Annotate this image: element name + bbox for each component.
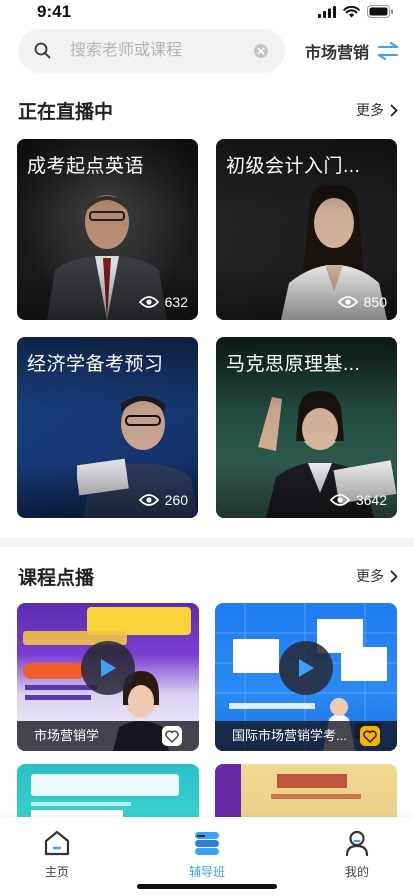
course-more-link[interactable]: 更多 <box>356 566 398 586</box>
live-card-title: 经济学备考预习 <box>27 354 164 375</box>
eye-icon <box>138 494 159 506</box>
course-card-title: 市场营销学 <box>34 728 100 743</box>
class-icon <box>195 832 219 855</box>
live-card[interactable]: 马克思原理基... 3642 <box>216 337 397 518</box>
viewer-count: 3642 <box>329 492 387 508</box>
play-button[interactable] <box>279 641 333 695</box>
home-icon <box>44 830 70 856</box>
live-card-title: 初级会计入门... <box>226 156 361 177</box>
category-switch-button[interactable]: 市场营销 <box>305 39 399 63</box>
tab-profile[interactable]: 我的 <box>317 829 397 880</box>
live-more-link[interactable]: 更多 <box>356 100 398 120</box>
viewer-count-value: 3642 <box>355 492 387 508</box>
status-bar: 9:41 <box>0 0 414 26</box>
tab-class[interactable]: 辅导班 <box>167 829 247 880</box>
course-card[interactable]: 国际市场营销学考... <box>215 603 397 751</box>
favorite-button[interactable] <box>162 726 182 746</box>
viewer-count-value: 632 <box>164 294 188 310</box>
profile-icon <box>345 830 369 857</box>
course-card-partial[interactable] <box>17 764 199 824</box>
course-card-title: 国际市场营销学考... <box>232 728 347 743</box>
eye-icon <box>329 494 350 506</box>
live-more-label: 更多 <box>356 102 384 118</box>
eye-icon <box>138 296 159 308</box>
live-section-title: 正在直播中 <box>18 102 114 123</box>
course-poster-art <box>31 774 179 820</box>
course-section-header: 课程点播 更多 <box>0 563 414 593</box>
live-card[interactable]: 经济学备考预习 260 <box>17 337 198 518</box>
course-card-partial[interactable] <box>215 764 397 824</box>
viewer-count-value: 850 <box>363 294 387 310</box>
section-divider <box>0 538 414 547</box>
clear-icon[interactable] <box>253 43 269 59</box>
status-icons <box>318 5 394 18</box>
eye-icon <box>337 296 358 308</box>
play-button[interactable] <box>81 641 135 695</box>
course-more-label: 更多 <box>356 568 384 584</box>
live-card-title: 马克思原理基... <box>226 354 361 375</box>
search-box[interactable] <box>18 29 285 73</box>
course-card[interactable]: 市场营销学 <box>17 603 199 751</box>
tab-label: 辅导班 <box>188 865 225 879</box>
course-poster-art <box>215 764 361 824</box>
signal-icon <box>318 5 336 18</box>
heart-icon <box>363 730 377 743</box>
play-icon <box>299 659 314 677</box>
viewer-count: 850 <box>337 294 387 310</box>
viewer-count: 632 <box>138 294 188 310</box>
course-section-title: 课程点播 <box>18 568 95 589</box>
chevron-right-icon <box>390 104 398 116</box>
play-icon <box>101 659 116 677</box>
tab-label: 我的 <box>344 865 369 879</box>
wifi-icon <box>343 5 360 17</box>
favorite-button[interactable] <box>360 726 380 746</box>
battery-icon <box>367 5 393 18</box>
live-section-header: 正在直播中 更多 <box>0 97 414 127</box>
live-card[interactable]: 初级会计入门... 850 <box>216 139 397 320</box>
live-card-title: 成考起点英语 <box>27 156 145 177</box>
tab-label: 主页 <box>44 865 69 879</box>
chevron-right-icon <box>390 570 398 582</box>
category-label: 市场营销 <box>305 45 370 62</box>
search-icon <box>34 42 51 59</box>
status-time: 9:41 <box>37 2 72 21</box>
viewer-count-value: 260 <box>164 492 188 508</box>
tab-home[interactable]: 主页 <box>17 829 97 880</box>
switch-arrows-icon <box>378 42 399 60</box>
viewer-count: 260 <box>138 492 188 508</box>
live-card[interactable]: 成考起点英语 632 <box>17 139 198 320</box>
search-input[interactable] <box>70 29 250 73</box>
heart-icon <box>165 730 179 743</box>
home-indicator <box>137 884 277 889</box>
